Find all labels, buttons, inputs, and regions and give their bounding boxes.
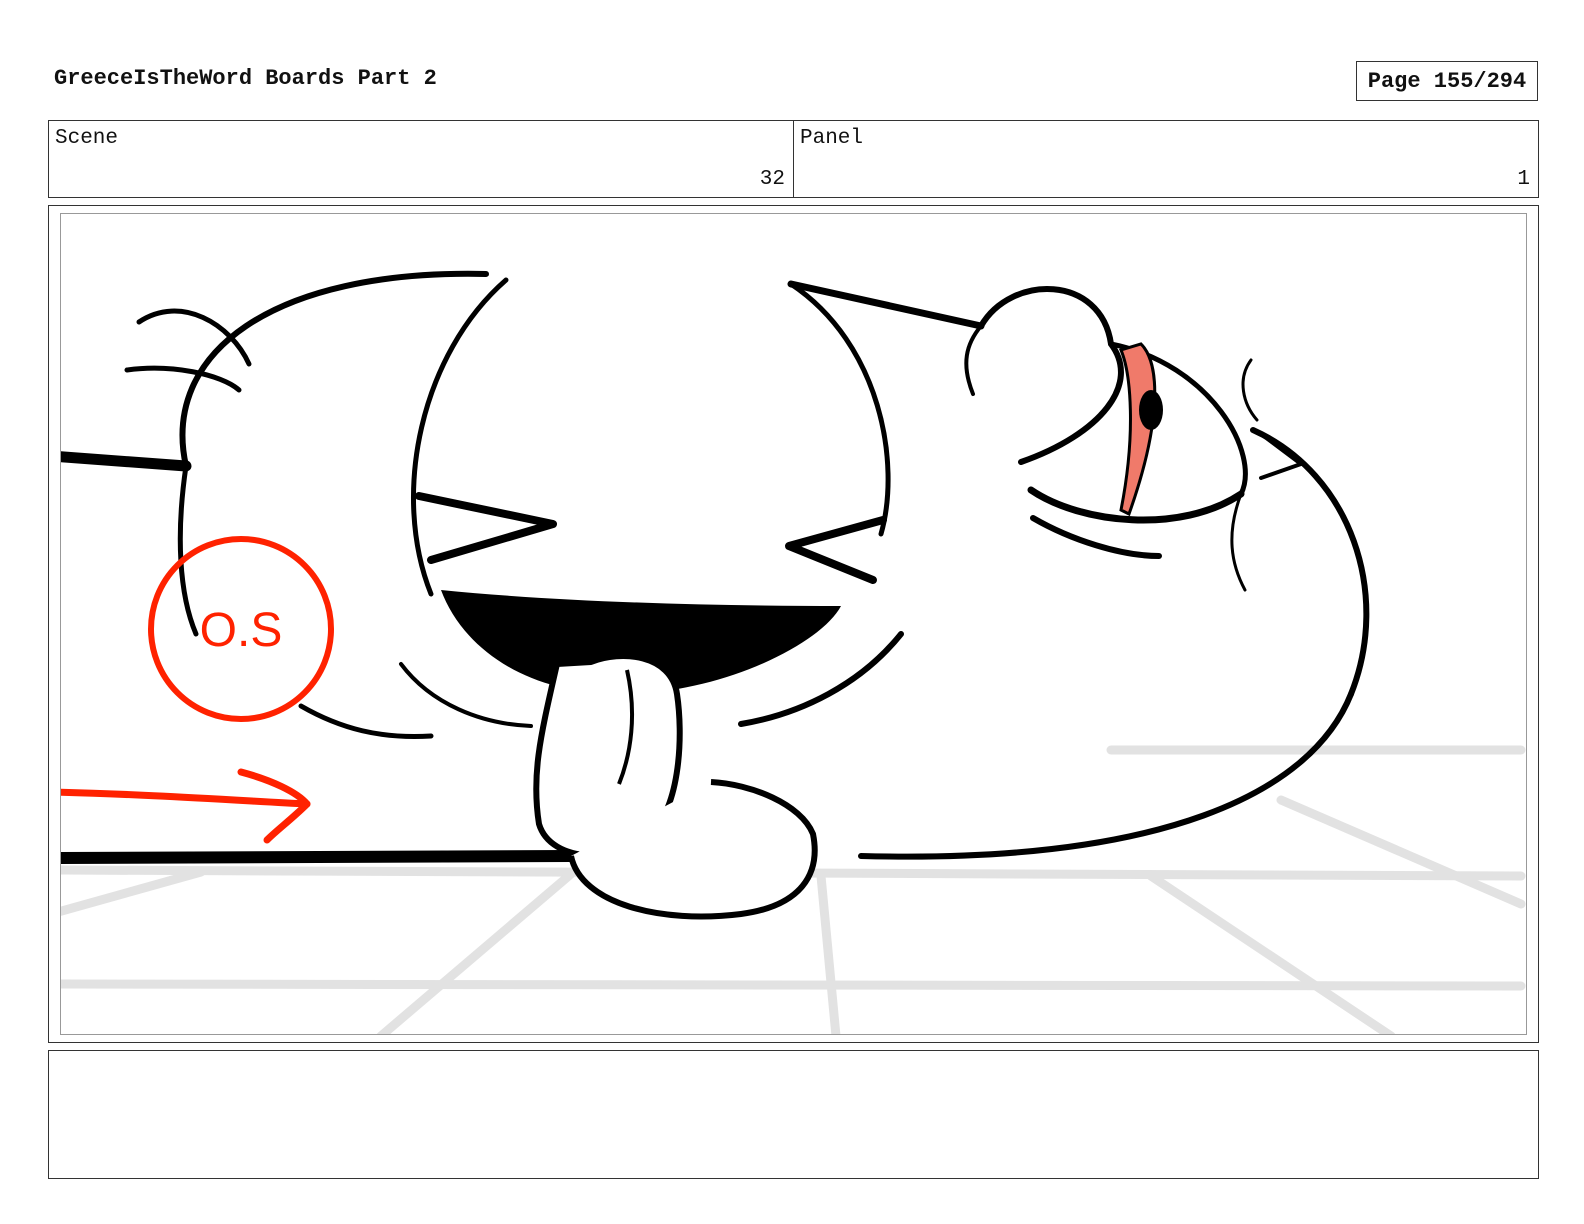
- offscreen-annotation: [61, 536, 334, 844]
- storyboard-drawing: O.S: [61, 270, 1526, 1034]
- panel-cell: Panel 1: [793, 121, 1538, 197]
- panel-notes: [48, 1050, 1539, 1179]
- scene-cell: Scene 32: [49, 121, 793, 197]
- panel-number: 1: [1517, 168, 1530, 191]
- scene-panel-info: Scene 32 Panel 1: [48, 120, 1539, 198]
- eye-pupil: [1139, 390, 1163, 430]
- character-lines: [61, 270, 1370, 864]
- scene-number: 32: [759, 168, 785, 191]
- page-number: Page 155/294: [1356, 61, 1538, 101]
- panel-label: Panel: [800, 127, 864, 150]
- scene-label: Scene: [55, 127, 119, 150]
- storyboard-panel: O.S: [60, 213, 1527, 1035]
- offscreen-label: O.S: [200, 604, 283, 657]
- storyboard-panel-frame: O.S: [48, 205, 1539, 1043]
- board-title: GreeceIsTheWord Boards Part 2: [54, 66, 437, 91]
